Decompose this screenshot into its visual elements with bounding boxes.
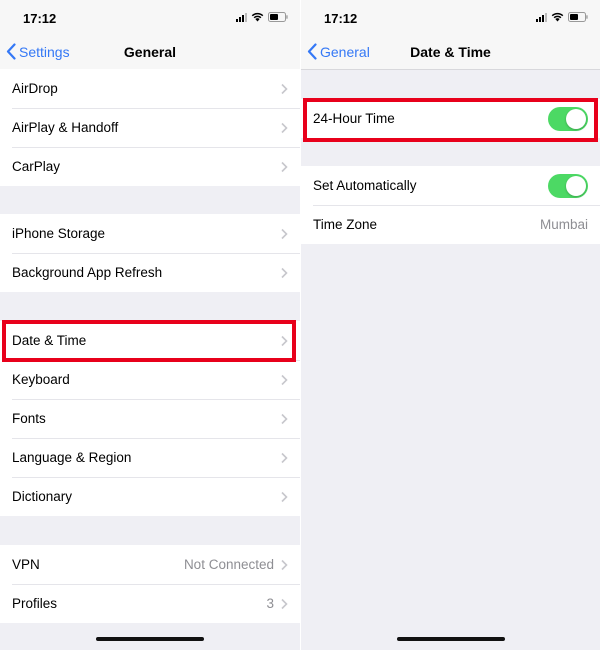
row-label: iPhone Storage [12,226,106,241]
status-icons [236,12,288,22]
status-icons [536,12,588,22]
settings-group: 24-Hour Time [301,99,600,138]
row-dictionary[interactable]: Dictionary [0,477,300,516]
cellular-signal-icon [536,12,547,22]
row-value: Mumbai [539,217,588,232]
row-label: Background App Refresh [12,265,163,280]
navigation-bar: Settings General [0,36,300,70]
row-keyboard[interactable]: Keyboard [0,360,300,399]
row-airdrop[interactable]: AirDrop [0,69,300,108]
row-label: Keyboard [12,372,70,387]
chevron-right-icon [281,491,288,502]
chevron-right-icon [281,161,288,172]
row-label: 24-Hour Time [313,111,395,126]
24-hour-time-toggle[interactable] [548,106,588,131]
row-label: Dictionary [12,489,73,504]
row-set-automatically: Set Automatically [301,166,600,205]
row-time-zone[interactable]: Time Zone Mumbai [301,205,600,244]
chevron-right-icon [281,228,288,239]
battery-icon [568,12,588,22]
row-airplay-handoff[interactable]: AirPlay & Handoff [0,108,300,147]
toggle-knob [566,175,586,196]
row-label: CarPlay [12,159,61,174]
set-automatically-toggle[interactable] [548,173,588,198]
date-time-settings-screen: 17:12 General Date & Time 24-Hour Time S… [300,0,600,650]
wifi-icon [251,12,264,22]
settings-group: Date & Time Keyboard Fonts Language & Re… [0,321,300,516]
chevron-right-icon [281,335,288,346]
wifi-icon [551,12,564,22]
status-bar: 17:12 [301,0,600,36]
chevron-right-icon [281,598,288,609]
navigation-bar: General Date & Time [301,36,600,70]
status-time: 17:12 [23,11,57,26]
chevron-right-icon [281,374,288,385]
toggle-knob [566,108,586,129]
row-language-region[interactable]: Language & Region [0,438,300,477]
settings-group: VPN Not Connected Profiles 3 [0,545,300,623]
page-title: General [123,44,177,60]
row-iphone-storage[interactable]: iPhone Storage [0,214,300,253]
row-label: AirPlay & Handoff [12,120,119,135]
status-time: 17:12 [324,11,358,26]
row-label: Profiles [12,596,58,611]
chevron-right-icon [281,267,288,278]
row-vpn[interactable]: VPN Not Connected [0,545,300,584]
chevron-right-icon [281,559,288,570]
row-label: Date & Time [12,333,87,348]
general-settings-screen: 17:12 Settings General AirDrop AirPlay &… [0,0,300,650]
settings-group: AirDrop AirPlay & Handoff CarPlay [0,69,300,186]
row-label: Time Zone [313,217,378,232]
row-label: Fonts [12,411,46,426]
chevron-right-icon [281,413,288,424]
row-label: AirDrop [12,81,58,96]
row-24-hour-time: 24-Hour Time [301,99,600,138]
row-carplay[interactable]: CarPlay [0,147,300,186]
page-title: Date & Time [410,44,491,60]
row-date-time[interactable]: Date & Time [0,321,300,360]
home-indicator[interactable] [396,637,505,641]
row-profiles[interactable]: Profiles 3 [0,584,300,623]
row-label: Set Automatically [313,178,417,193]
row-value: Not Connected [183,557,274,572]
row-label: VPN [12,557,40,572]
chevron-right-icon [281,83,288,94]
chevron-right-icon [281,452,288,463]
row-label: Language & Region [12,450,132,465]
status-bar: 17:12 [0,0,300,36]
settings-group: Set Automatically Time Zone Mumbai [301,166,600,244]
home-indicator[interactable] [96,637,204,641]
row-fonts[interactable]: Fonts [0,399,300,438]
battery-icon [268,12,288,22]
settings-group: iPhone Storage Background App Refresh [0,214,300,292]
row-value: 3 [266,596,274,611]
row-background-app-refresh[interactable]: Background App Refresh [0,253,300,292]
cellular-signal-icon [236,12,247,22]
chevron-right-icon [281,122,288,133]
